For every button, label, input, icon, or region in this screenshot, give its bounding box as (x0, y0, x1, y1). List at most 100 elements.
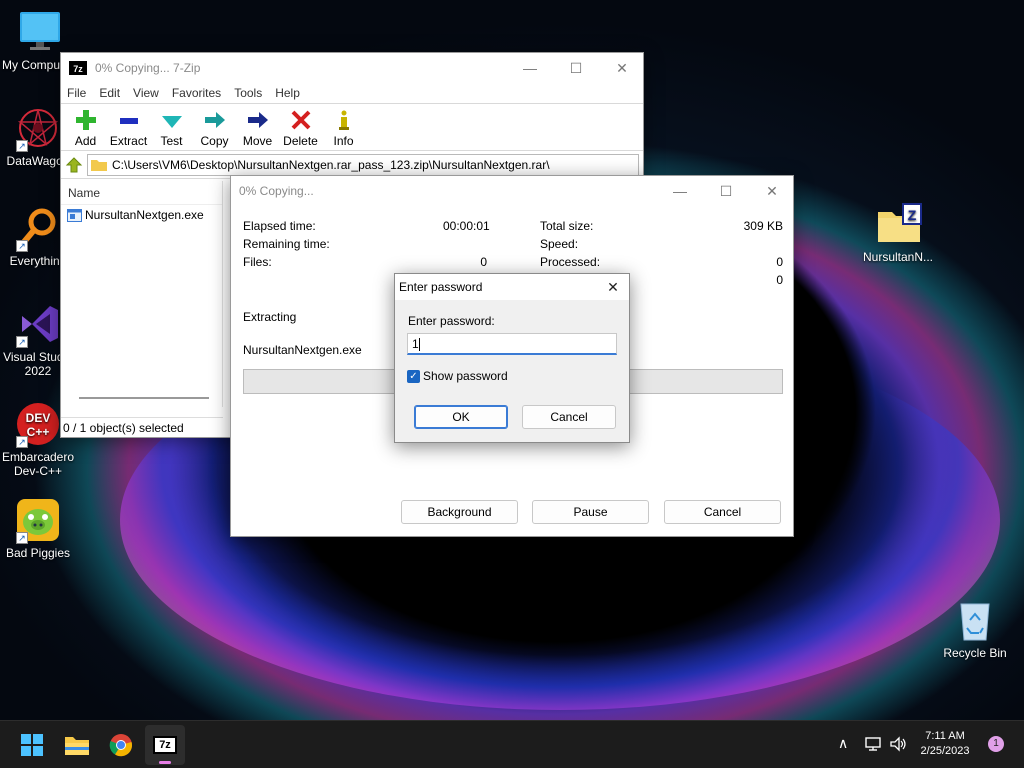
address-input[interactable]: C:\Users\VM6\Desktop\NursultanNextgen.ra… (87, 153, 639, 176)
processed-value: 0 (776, 255, 783, 269)
column-header-name[interactable]: Name (61, 181, 222, 205)
menu-help[interactable]: Help (275, 86, 300, 100)
operation-label: Extracting (243, 310, 297, 324)
desktop-icon-recycle-bin[interactable]: Recycle Bin (936, 598, 1014, 660)
add-plus-icon (75, 110, 96, 130)
elapsed-time-label: Elapsed time: (243, 219, 316, 233)
menu-file[interactable]: File (67, 86, 86, 100)
cancel-button[interactable]: Cancel (664, 500, 781, 524)
monitor-icon (18, 10, 62, 54)
info-icon (338, 110, 349, 130)
delete-x-icon (291, 110, 310, 130)
file-row[interactable]: NursultanNextgen.exe (61, 205, 222, 225)
password-titlebar: Enter password ✕ (395, 274, 629, 300)
desktop-icon-label: NursultanN... (862, 250, 934, 264)
folder-icon (91, 159, 107, 171)
total-size-label: Total size: (540, 219, 594, 233)
desktop-icon-label: Bad Piggies (5, 546, 71, 560)
password-dialog-title: Enter password (399, 280, 483, 294)
menu-view[interactable]: View (133, 86, 159, 100)
tray-overflow-icon[interactable]: ∧ (838, 735, 848, 752)
7zip-icon: 7z (153, 736, 177, 754)
minimize-button[interactable]: — (657, 176, 703, 206)
info-label: Info (333, 134, 354, 148)
move-label: Move (242, 134, 273, 148)
file-explorer-button[interactable] (57, 725, 97, 765)
show-password-checkbox[interactable]: ✓ Show password (407, 369, 508, 383)
chrome-button[interactable] (101, 725, 141, 765)
dev-cpp-icon: DEV C++ ↗ (16, 402, 60, 448)
show-password-label: Show password (423, 369, 508, 383)
copying-title: 0% Copying... (239, 184, 314, 198)
bad-piggies-icon: ↗ (16, 498, 60, 544)
chrome-icon (109, 734, 133, 757)
password-value: 1 (412, 337, 419, 351)
desktop-icon-label: Recycle Bin (943, 646, 1007, 660)
background-button[interactable]: Background (401, 500, 518, 524)
clock[interactable]: 7:11 AM 2/25/2023 (910, 729, 980, 759)
copy-button[interactable]: Copy (193, 109, 236, 148)
add-button[interactable]: Add (64, 109, 107, 148)
desktop-icon-bad-piggies[interactable]: ↗ Bad Piggies (0, 498, 76, 560)
menu-favorites[interactable]: Favorites (172, 86, 221, 100)
taskbar: 7z ∧ 7:11 AM 2/25/2023 1 (0, 720, 1024, 768)
extract-minus-icon (119, 118, 138, 124)
minimize-icon: — (673, 183, 687, 199)
test-label: Test (160, 134, 183, 148)
extract-button[interactable]: Extract (107, 109, 150, 148)
shortcut-arrow-icon: ↗ (16, 240, 28, 252)
7zip-taskbar-button[interactable]: 7z (145, 725, 185, 765)
up-folder-icon[interactable] (65, 156, 83, 174)
menu-edit[interactable]: Edit (99, 86, 120, 100)
volume-icon[interactable] (889, 736, 907, 752)
network-icon[interactable] (864, 736, 882, 752)
desktop-icon-zip-archive[interactable]: Z NursultanN... (858, 202, 938, 264)
start-button[interactable] (12, 725, 52, 765)
7zip-logo-icon: 7z (69, 61, 87, 75)
files-label: Files: (243, 255, 272, 269)
close-button[interactable]: ✕ (749, 176, 795, 206)
clock-date: 2/25/2023 (920, 745, 970, 757)
maximize-icon: ☐ (719, 182, 733, 199)
shortcut-arrow-icon: ↗ (16, 436, 28, 448)
speed-label: Speed: (540, 237, 579, 251)
pause-button[interactable]: Pause (532, 500, 649, 524)
close-button[interactable]: ✕ (599, 53, 645, 83)
sevenzip-titlebar: 7z 0% Copying... 7-Zip — ☐ ✕ (61, 53, 643, 83)
test-check-icon (161, 116, 182, 128)
window-title: 0% Copying... 7-Zip (95, 61, 201, 75)
recycle-bin-icon (953, 598, 997, 642)
horizontal-scrollbar[interactable] (79, 397, 209, 399)
current-file-label: NursultanNextgen.exe (243, 343, 362, 357)
address-text: C:\Users\VM6\Desktop\NursultanNextgen.ra… (112, 157, 550, 172)
zip-folder-icon: Z (876, 202, 922, 246)
close-icon: ✕ (616, 59, 628, 76)
move-button[interactable]: Move (236, 109, 279, 148)
maximize-button[interactable]: ☐ (553, 53, 599, 83)
menu-tools[interactable]: Tools (234, 86, 262, 100)
file-explorer-icon (65, 737, 89, 755)
notification-badge[interactable]: 1 (988, 736, 1004, 752)
desktop-icon-label: Embarcadero Dev-C++ (1, 450, 75, 478)
test-button[interactable]: Test (150, 109, 193, 148)
processed-label: Processed: (540, 255, 601, 269)
password-input[interactable]: 1 (407, 333, 617, 355)
svg-text:Z: Z (908, 207, 917, 223)
close-button[interactable]: ✕ (595, 274, 631, 300)
password-field-label: Enter password: (408, 314, 495, 328)
svg-text:DEV: DEV (26, 411, 51, 425)
close-icon: ✕ (607, 278, 619, 295)
password-cancel-button[interactable]: Cancel (522, 405, 616, 429)
delete-button[interactable]: Delete (279, 109, 322, 148)
info-button[interactable]: Info (322, 109, 365, 148)
minimize-button[interactable]: — (507, 53, 553, 83)
extract-label: Extract (109, 134, 148, 148)
maximize-button[interactable]: ☐ (703, 176, 749, 206)
shortcut-arrow-icon: ↗ (16, 532, 28, 544)
ok-button[interactable]: OK (414, 405, 508, 429)
file-name: NursultanNextgen.exe (85, 208, 204, 222)
active-indicator (159, 761, 171, 764)
status-bar: 0 / 1 object(s) selected (61, 417, 223, 437)
exe-file-icon (67, 208, 82, 222)
copy-label: Copy (200, 134, 229, 148)
